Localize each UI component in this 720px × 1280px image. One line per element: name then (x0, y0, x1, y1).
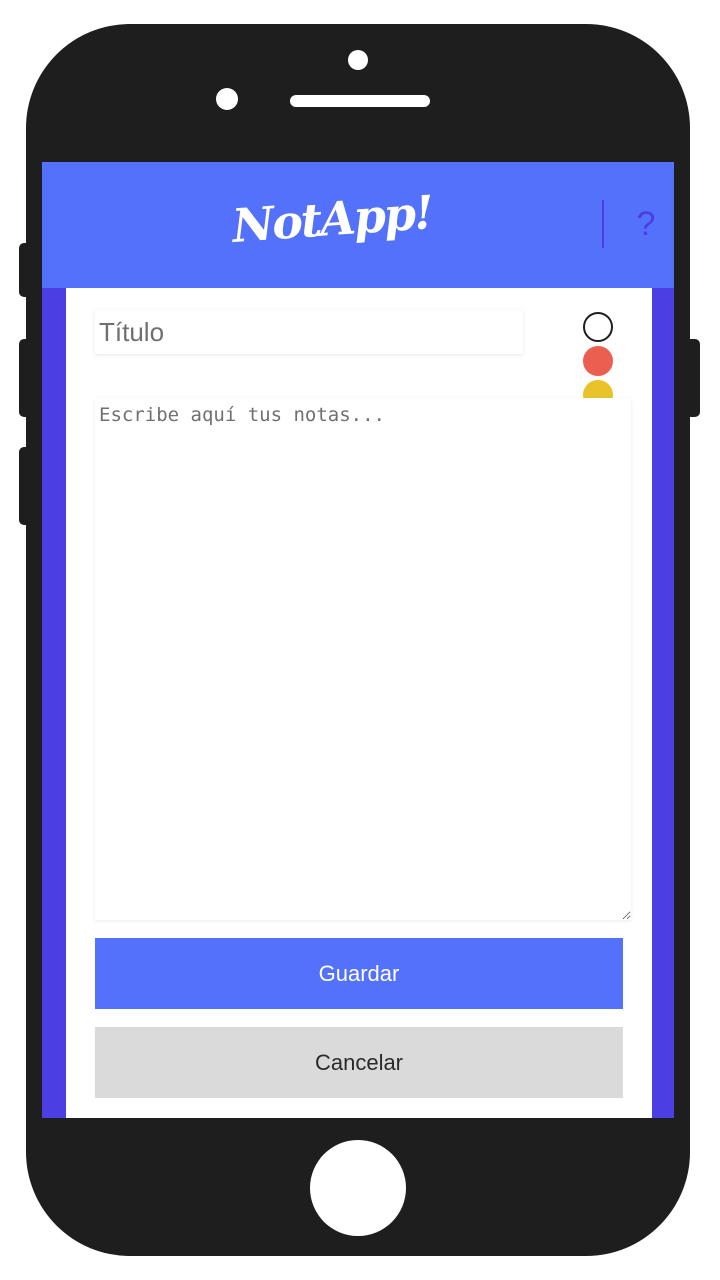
app-header: NotApp! ? (42, 162, 674, 288)
cancel-button[interactable]: Cancelar (95, 1027, 623, 1098)
color-option-white[interactable] (583, 312, 613, 342)
notes-textarea[interactable] (95, 398, 631, 920)
help-button[interactable]: ? (628, 202, 664, 246)
title-input[interactable] (95, 310, 523, 354)
camera-icon (348, 50, 368, 70)
save-button[interactable]: Guardar (95, 938, 623, 1009)
header-divider (602, 200, 604, 248)
app-logo: NotApp! (230, 185, 434, 253)
speaker-grille (290, 95, 430, 107)
app-screen: NotApp! ? Guardar Cancelar (42, 162, 674, 1118)
home-button[interactable] (310, 1140, 406, 1236)
sensor-icon (216, 88, 238, 110)
color-option-red[interactable] (583, 346, 613, 376)
note-editor-panel: Guardar Cancelar (66, 288, 652, 1118)
